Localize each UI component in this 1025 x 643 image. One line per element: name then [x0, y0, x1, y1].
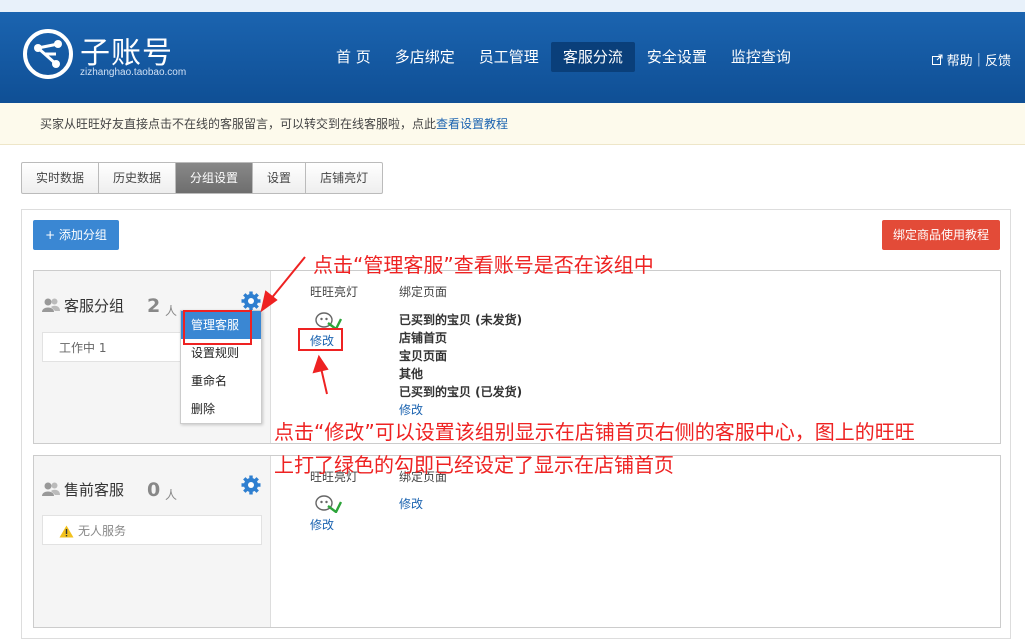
annotation-edit-line1: 点击“修改”可以设置该组别显示在店铺首页右侧的客服中心，图上的旺旺 [274, 420, 915, 444]
tab-history[interactable]: 历史数据 [99, 163, 177, 193]
bind-tutorial-button[interactable]: 绑定商品使用教程 [882, 220, 1000, 250]
header: 子账号 zizhanghao.taobao.com 首 页 多店绑定 员工管理 … [0, 12, 1025, 103]
header-separator: | [976, 52, 981, 67]
group-name: 客服分组 [64, 297, 125, 315]
annotation-edit-line2: 上打了绿色的勾即已经设定了显示在店铺首页 [274, 453, 674, 477]
member-unit: 人 [165, 488, 178, 502]
highlight-edit-link [298, 328, 343, 351]
bound-page: 已买到的宝贝 (已发货) [399, 385, 523, 399]
tab-realtime[interactable]: 实时数据 [22, 163, 100, 193]
tab-store-light[interactable]: 店铺亮灯 [306, 163, 382, 193]
external-link-icon [931, 54, 943, 65]
wangwang-icon [315, 312, 342, 330]
help-link[interactable]: 帮助 [947, 50, 973, 69]
bound-pages-list: 已买到的宝贝 (未发货) 店铺首页 宝贝页面 其他 已买到的宝贝 (已发货) [399, 311, 522, 401]
users-icon [42, 298, 60, 312]
light-edit-link[interactable]: 修改 [310, 516, 334, 533]
group-name: 售前客服 [64, 481, 125, 499]
brand-subtitle: zizhanghao.taobao.com [80, 67, 187, 78]
add-group-button[interactable]: + 添加分组 [33, 220, 119, 250]
main-nav: 首 页 多店绑定 员工管理 客服分流 安全设置 监控查询 [324, 42, 803, 72]
nav-multi-store[interactable]: 多店绑定 [383, 42, 467, 72]
member-count: 0 [147, 479, 161, 501]
users-icon [42, 482, 60, 496]
annotation-manage-agents: 点击“管理客服”查看账号是否在该组中 [313, 253, 654, 277]
gear-icon[interactable] [241, 291, 261, 311]
wangwang-icon [315, 495, 342, 513]
bound-page: 其他 [399, 367, 424, 381]
group-status: 无人服务 [42, 515, 262, 545]
brand-title: 子账号 [80, 36, 173, 71]
sub-tabs: 实时数据 历史数据 分组设置 设置 店铺亮灯 [21, 162, 384, 194]
nav-service-routing[interactable]: 客服分流 [550, 42, 635, 72]
notice-text: 买家从旺旺好友直接点击不在线的客服留言，可以转交到在线客服啦，点此 [40, 117, 437, 131]
tab-settings[interactable]: 设置 [253, 163, 307, 193]
bound-page: 宝贝页面 [399, 349, 448, 363]
logo-icon [23, 29, 73, 79]
menu-rename[interactable]: 重命名 [181, 367, 261, 395]
bound-page: 店铺首页 [399, 331, 448, 345]
tab-group-settings[interactable]: 分组设置 [176, 163, 254, 193]
member-unit: 人 [165, 304, 178, 318]
nav-home[interactable]: 首 页 [324, 42, 383, 72]
group-sidebar: 售前客服 0 人 无人服务 [34, 456, 271, 627]
menu-delete[interactable]: 删除 [181, 395, 261, 423]
nav-staff[interactable]: 员工管理 [467, 42, 551, 72]
highlight-manage-agents [183, 310, 252, 345]
feedback-link[interactable]: 反馈 [985, 50, 1011, 69]
warning-icon [59, 525, 74, 538]
gear-icon[interactable] [241, 475, 261, 495]
top-strip [0, 0, 1025, 12]
light-column-header: 旺旺亮灯 [310, 285, 359, 299]
notice-bar: 买家从旺旺好友直接点击不在线的客服留言，可以转交到在线客服啦，点此查看设置教程 [0, 103, 1025, 145]
tutorial-link[interactable]: 查看设置教程 [436, 117, 508, 131]
bound-page: 已买到的宝贝 (未发货) [399, 313, 523, 327]
nav-monitor[interactable]: 监控查询 [719, 42, 803, 72]
group-card: 售前客服 0 人 无人服务 旺旺亮灯 绑定页面 修改 修改 [33, 455, 1001, 628]
group-status-text: 无人服务 [78, 524, 127, 538]
member-count: 2 [147, 295, 161, 317]
header-links: 帮助 | 反馈 [931, 50, 1011, 69]
nav-security[interactable]: 安全设置 [635, 42, 719, 72]
pages-edit-link[interactable]: 修改 [399, 495, 423, 512]
bind-column-header: 绑定页面 [399, 285, 448, 299]
